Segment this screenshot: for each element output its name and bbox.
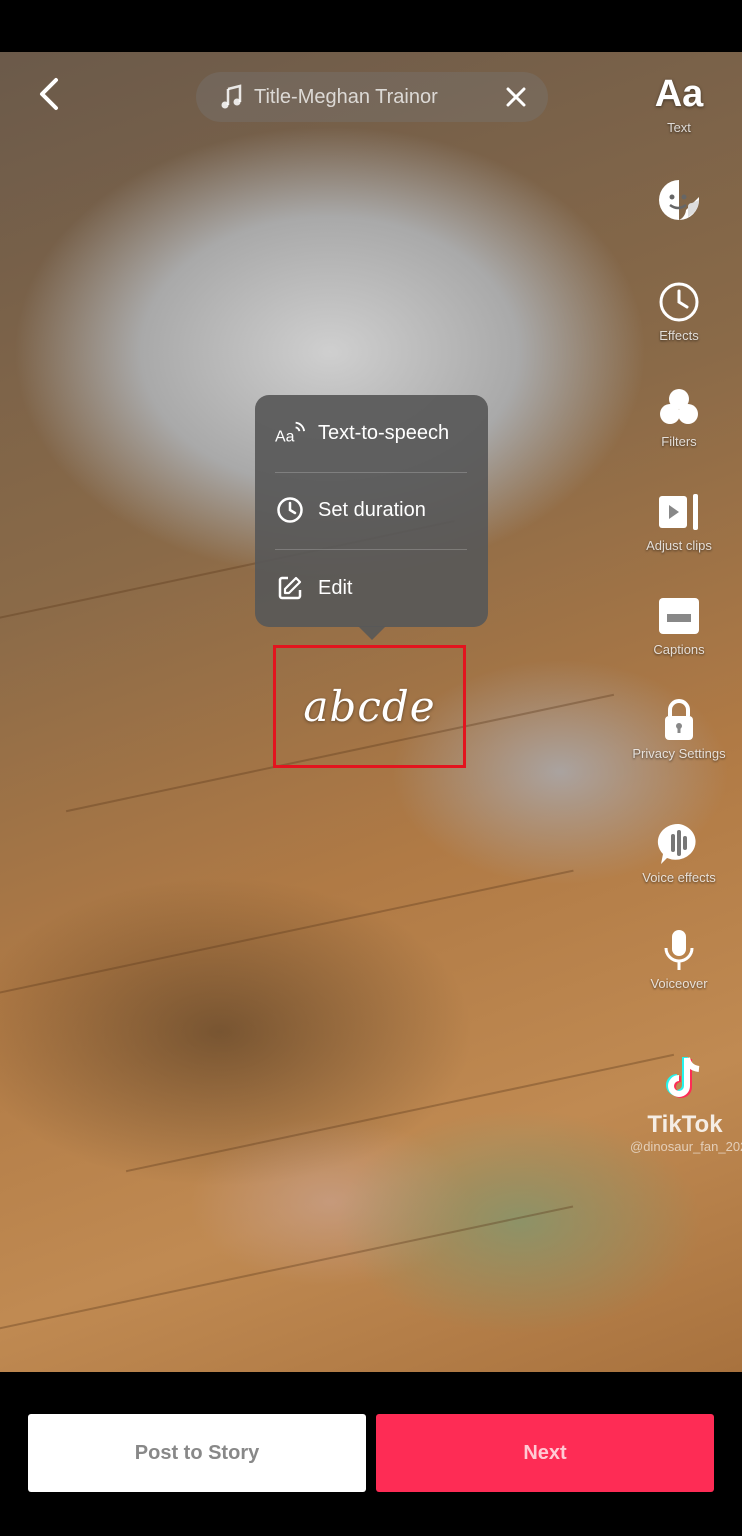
text-tool-label: Text (667, 120, 691, 135)
tiktok-watermark: TikTok @dinosaur_fan_2022 (630, 1050, 742, 1154)
menu-item-label: Edit (318, 576, 353, 599)
menu-item-text-to-speech[interactable]: Aa Text-to-speech (275, 408, 475, 458)
privacy-settings-label: Privacy Settings (632, 746, 726, 761)
effects-tool[interactable]: Effects (624, 278, 734, 344)
tiktok-logo-icon (666, 1057, 700, 1098)
voiceover-tool[interactable]: Voiceover (624, 926, 734, 992)
captions-icon (659, 598, 699, 634)
privacy-settings-tool[interactable]: Privacy Settings (624, 696, 734, 762)
watermark-brand: TikTok (647, 1111, 723, 1138)
adjust-clips-icon (659, 494, 698, 530)
filters-tool[interactable]: Filters (624, 384, 734, 450)
text-tool[interactable]: Aa Text (624, 70, 734, 136)
popup-pointer (358, 626, 386, 640)
text-overlay-selected[interactable]: abcde (273, 645, 466, 768)
menu-divider (275, 472, 467, 473)
next-button[interactable]: Next (376, 1414, 714, 1492)
back-button[interactable] (30, 72, 74, 116)
watermark-username: @dinosaur_fan_2022 (630, 1139, 742, 1154)
menu-item-label: Set duration (318, 498, 426, 521)
text-icon: Aa (654, 73, 704, 115)
filters-tool-label: Filters (661, 434, 697, 449)
floor-plank (0, 869, 574, 997)
clock-icon (275, 495, 305, 525)
adjust-clips-tool-label: Adjust clips (646, 538, 712, 553)
menu-divider (275, 549, 467, 550)
captions-tool[interactable]: Captions (624, 592, 734, 658)
text-overlay-content: abcde (303, 682, 436, 731)
menu-item-edit[interactable]: Edit (275, 563, 475, 613)
effects-tool-label: Effects (659, 328, 699, 343)
text-to-speech-icon: Aa (275, 418, 305, 448)
svg-text:Aa: Aa (275, 428, 295, 445)
edit-icon (275, 573, 305, 603)
text-options-popup: Aa Text-to-speech Set duration Edit (255, 395, 488, 627)
floor-plank (0, 1205, 574, 1341)
microphone-icon (664, 930, 694, 970)
post-to-story-button[interactable]: Post to Story (28, 1414, 366, 1492)
music-note-icon (221, 84, 242, 109)
voice-effects-icon (657, 823, 696, 864)
filters-icon (660, 389, 698, 424)
menu-item-label: Text-to-speech (318, 421, 450, 444)
chevron-left-icon (40, 78, 58, 110)
floor-plank (125, 1053, 675, 1173)
menu-item-set-duration[interactable]: Set duration (275, 485, 475, 535)
music-selector[interactable]: Title-Meghan Trainor (196, 72, 548, 122)
captions-tool-label: Captions (653, 642, 705, 657)
effects-clock-icon (659, 282, 699, 322)
sticker-icon (659, 180, 699, 220)
music-title: Title-Meghan Trainor (254, 85, 438, 108)
adjust-clips-tool[interactable]: Adjust clips (624, 488, 734, 554)
voice-effects-tool[interactable]: Voice effects (624, 820, 734, 886)
voice-effects-label: Voice effects (642, 870, 716, 885)
stickers-tool[interactable] (624, 176, 734, 226)
voiceover-label: Voiceover (650, 976, 708, 991)
close-icon[interactable] (502, 83, 530, 111)
lock-icon (665, 699, 693, 740)
